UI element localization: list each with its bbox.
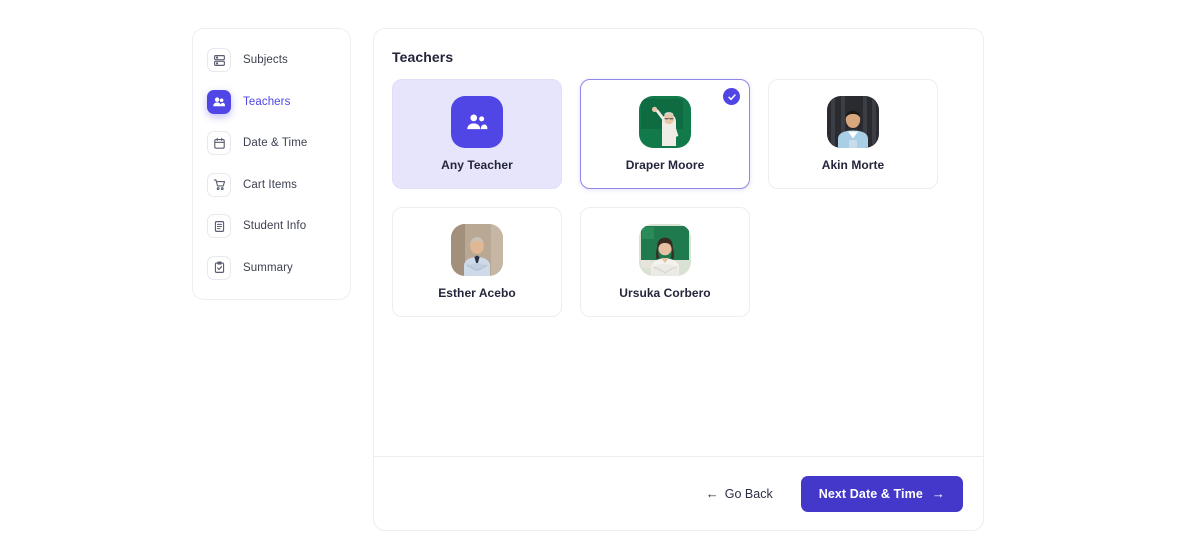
arrow-right-icon: → xyxy=(931,486,945,501)
sidebar-item-label: Summary xyxy=(243,261,293,274)
panel-body: Teachers Any Teacher Draper Moore Akin M… xyxy=(374,29,983,456)
teacher-card-label: Draper Moore xyxy=(625,158,705,172)
next-date-time-button[interactable]: Next Date & Time → xyxy=(800,475,963,512)
subjects-icon xyxy=(207,48,231,72)
teacher-card-esther-acebo[interactable]: Esther Acebo xyxy=(392,207,562,317)
go-back-button[interactable]: ← Go Back xyxy=(704,481,775,507)
sidebar-item-cart-items[interactable]: Cart Items xyxy=(193,168,350,202)
sidebar-item-student-info[interactable]: Student Info xyxy=(193,209,350,243)
teacher-card-any-teacher[interactable]: Any Teacher xyxy=(392,79,562,189)
avatar xyxy=(639,224,691,276)
teacher-card-label: Any Teacher xyxy=(441,158,513,172)
cart-icon xyxy=(207,172,231,197)
arrow-left-icon: ← xyxy=(705,486,719,501)
sidebar-item-date-time[interactable]: Date & Time xyxy=(193,126,350,160)
sidebar-item-label: Date & Time xyxy=(243,137,308,150)
teacher-card-akin-morte[interactable]: Akin Morte xyxy=(768,79,938,189)
clipboard-check-icon xyxy=(207,255,231,280)
teacher-card-label: Ursuka Corbero xyxy=(619,286,711,300)
sidebar-item-summary[interactable]: Summary xyxy=(193,251,350,285)
avatar xyxy=(827,96,879,148)
panel-footer: ← Go Back Next Date & Time → xyxy=(374,456,983,530)
avatar xyxy=(639,96,691,148)
document-icon xyxy=(207,214,231,239)
sidebar-item-label: Subjects xyxy=(243,54,288,66)
teacher-card-label: Akin Morte xyxy=(821,158,885,172)
avatar xyxy=(451,224,503,276)
wizard-step-sidebar: Subjects Teachers Date & Time Cart Items… xyxy=(192,28,351,300)
sidebar-item-teachers[interactable]: Teachers xyxy=(193,85,350,119)
group-icon xyxy=(451,96,503,148)
teacher-card-label: Esther Acebo xyxy=(438,286,516,300)
go-back-label: Go Back xyxy=(724,486,773,501)
next-button-label: Next Date & Time xyxy=(818,486,923,501)
teacher-card-grid: Any Teacher Draper Moore Akin Morte Esth… xyxy=(392,79,965,317)
teachers-panel: Teachers Any Teacher Draper Moore Akin M… xyxy=(373,28,984,531)
selected-check-icon xyxy=(723,88,740,105)
sidebar-item-label: Teachers xyxy=(243,95,291,108)
calendar-icon xyxy=(207,131,231,156)
sidebar-item-label: Cart Items xyxy=(243,178,298,191)
teacher-card-draper-moore[interactable]: Draper Moore xyxy=(580,79,750,189)
teacher-selection-screen: Subjects Teachers Date & Time Cart Items… xyxy=(0,0,1200,552)
sidebar-item-label: Student Info xyxy=(243,220,307,233)
page-title: Teachers xyxy=(392,49,454,65)
teachers-icon xyxy=(207,89,231,114)
teacher-card-ursuka-corbero[interactable]: Ursuka Corbero xyxy=(580,207,750,317)
sidebar-item-subjects[interactable]: Subjects xyxy=(193,43,350,77)
